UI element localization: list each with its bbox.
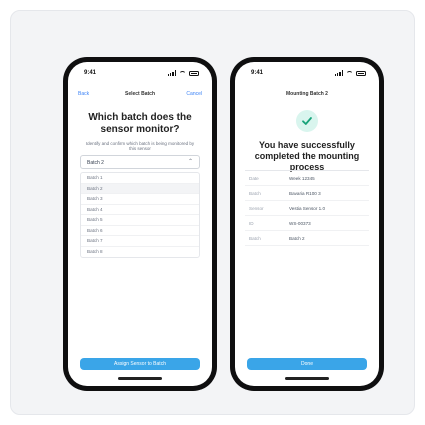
batch-option[interactable]: Batch 2 (81, 183, 199, 194)
nav-bar: Back Select Batch Cancel (68, 88, 212, 102)
batch-option[interactable]: Batch 3 (81, 194, 199, 205)
phone-frame-select-batch: 9:41 Back Select Batch Cancel Which batc… (63, 57, 217, 391)
nav-title: Mounting Batch 2 (286, 91, 328, 97)
phone-screen: 9:41 Back Select Batch Cancel Which batc… (68, 62, 212, 386)
batch-option[interactable]: Batch 6 (81, 226, 199, 236)
phone-screen: 9:41 Mounting Batch 2 You have successfu… (235, 62, 379, 386)
status-time: 9:41 (84, 70, 97, 76)
wifi-icon (179, 70, 186, 76)
detail-value: Batch 2 (289, 235, 305, 241)
question-hint: Identify and confirm which batch is bein… (85, 141, 195, 151)
check-circle-icon (296, 110, 318, 132)
detail-key: Batch (249, 235, 261, 241)
batch-options-list: Batch 1 Batch 2 Batch 3 Batch 4 Batch 5 Batch… (80, 172, 200, 258)
detail-key: Batch (249, 190, 261, 196)
detail-key: Sensor (249, 205, 264, 211)
battery-icon (189, 70, 199, 76)
detail-row: Batch Bavaria R100 3 (245, 186, 369, 201)
home-indicator (285, 377, 329, 380)
signal-icon (334, 70, 343, 76)
detail-row: Batch Batch 2 (245, 231, 369, 246)
batch-select-value: Batch 2 (87, 160, 104, 166)
detail-value: Bavaria R100 3 (289, 190, 321, 196)
preview-card: 9:41 Back Select Batch Cancel Which batc… (10, 10, 415, 415)
detail-value: WS-00373 (289, 220, 311, 226)
success-message: You have successfully completed the moun… (254, 140, 360, 172)
cancel-button[interactable]: Cancel (186, 91, 202, 97)
status-icons (334, 70, 366, 76)
status-bar: 9:41 (68, 62, 212, 84)
status-icons (167, 70, 199, 76)
batch-select[interactable]: Batch 2 ⌃ (80, 155, 200, 169)
wifi-icon (346, 70, 353, 76)
question-title: Which batch does the sensor monitor? (88, 112, 192, 135)
phone-frame-success: 9:41 Mounting Batch 2 You have successfu… (230, 57, 384, 391)
home-indicator (118, 377, 162, 380)
done-button[interactable]: Done (247, 358, 367, 370)
assign-sensor-button[interactable]: Assign Sensor to Batch (80, 358, 200, 370)
chevron-up-icon: ⌃ (187, 159, 193, 165)
detail-value: Vestia Sensor 1.0 (289, 205, 326, 211)
detail-key: Date (249, 175, 259, 181)
status-bar: 9:41 (235, 62, 379, 84)
batch-option[interactable]: Batch 8 (81, 247, 199, 258)
detail-key: ID (249, 220, 254, 226)
detail-value: Week 12345 (289, 175, 315, 181)
status-time: 9:41 (251, 70, 264, 76)
battery-icon (356, 70, 366, 76)
batch-option[interactable]: Batch 1 (81, 173, 199, 184)
batch-option[interactable]: Batch 7 (81, 236, 199, 247)
nav-bar: Mounting Batch 2 (235, 88, 379, 102)
detail-row: ID WS-00373 (245, 216, 369, 231)
batch-option[interactable]: Batch 5 (81, 215, 199, 226)
details-list: Date Week 12345 Batch Bavaria R100 3 Sensor V… (245, 170, 369, 246)
batch-option[interactable]: Batch 4 (81, 205, 199, 215)
detail-row: Sensor Vestia Sensor 1.0 (245, 201, 369, 216)
detail-row: Date Week 12345 (245, 171, 369, 186)
signal-icon (167, 70, 176, 76)
